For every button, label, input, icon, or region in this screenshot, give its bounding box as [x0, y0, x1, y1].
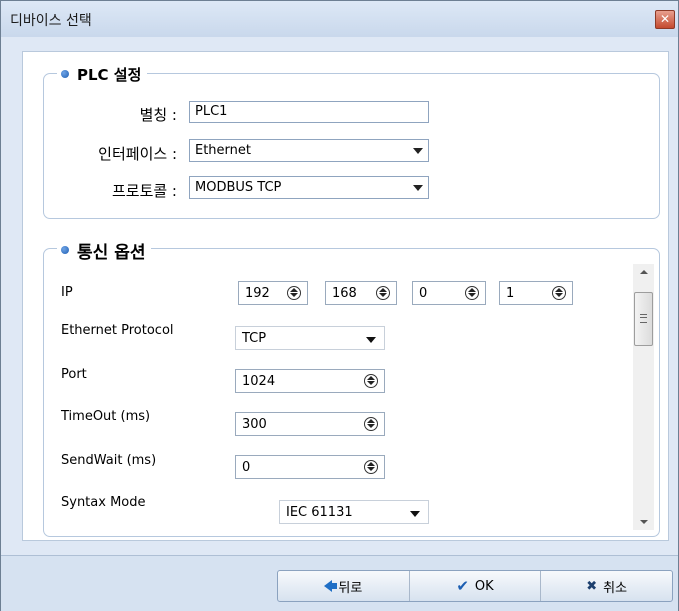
spinner-icon[interactable] — [364, 374, 378, 388]
chevron-down-icon — [413, 148, 423, 154]
dialog-footer: 뒤로 ✔ OK ✖ 취소 — [1, 555, 678, 611]
title-bar[interactable]: 디바이스 선택 ✕ — [1, 1, 678, 37]
close-icon: ✕ — [659, 12, 671, 26]
syntax-mode-label: Syntax Mode — [61, 495, 146, 510]
device-select-dialog: 디바이스 선택 ✕ PLC 설정 별칭 : PLC1 인터페이스 : Ether… — [0, 0, 679, 611]
chevron-down-icon — [413, 185, 423, 191]
interface-select[interactable]: Ethernet — [189, 139, 429, 162]
ip-octet-2[interactable]: 168 — [325, 281, 397, 305]
eth-protocol-label: Ethernet Protocol — [61, 323, 174, 338]
close-button[interactable]: ✕ — [655, 10, 675, 29]
alias-label: 별칭 : — [139, 106, 177, 124]
plc-settings-title: PLC 설정 — [57, 63, 148, 85]
ip-octet-3[interactable]: 0 — [412, 281, 486, 305]
grip-icon — [640, 314, 647, 323]
ip-label: IP — [61, 285, 73, 300]
ok-button-label: OK — [474, 578, 494, 594]
ip-octet-4-value: 1 — [506, 286, 515, 301]
bullet-icon — [61, 70, 69, 78]
back-button[interactable]: 뒤로 — [278, 571, 410, 601]
protocol-label: 프로토콜 : — [111, 182, 177, 200]
port-value: 1024 — [242, 374, 276, 389]
eth-protocol-value: TCP — [242, 331, 267, 346]
check-icon: ✔ — [456, 577, 469, 595]
spinner-icon[interactable] — [465, 286, 479, 300]
protocol-select[interactable]: MODBUS TCP — [189, 176, 429, 199]
sendwait-stepper[interactable]: 0 — [235, 455, 385, 479]
interface-label: 인터페이스 : — [98, 145, 177, 163]
back-button-label: 뒤로 — [338, 580, 363, 596]
timeout-label: TimeOut (ms) — [61, 409, 151, 424]
ip-octet-1[interactable]: 192 — [238, 281, 308, 305]
timeout-value: 300 — [242, 417, 267, 432]
cancel-x-icon: ✖ — [586, 578, 598, 594]
alias-field[interactable]: PLC1 — [189, 101, 429, 123]
plc-settings-title-text: PLC 설정 — [77, 65, 142, 84]
ip-octet-1-value: 192 — [245, 286, 270, 301]
cancel-button[interactable]: ✖ 취소 — [541, 571, 672, 601]
chevron-down-icon — [366, 337, 376, 343]
cancel-button-label: 취소 — [603, 580, 628, 596]
spinner-icon[interactable] — [287, 286, 301, 300]
eth-protocol-select[interactable]: TCP — [235, 326, 385, 350]
timeout-stepper[interactable]: 300 — [235, 412, 385, 436]
spinner-icon[interactable] — [376, 286, 390, 300]
bullet-icon — [61, 246, 69, 254]
comm-options-title: 통신 옵션 — [57, 238, 152, 263]
ip-octet-3-value: 0 — [419, 286, 428, 301]
spinner-icon[interactable] — [552, 286, 566, 300]
sendwait-label: SendWait (ms) — [61, 453, 157, 468]
scroll-down-icon[interactable] — [633, 514, 654, 530]
comm-options-title-text: 통신 옵션 — [77, 242, 146, 263]
ok-button[interactable]: ✔ OK — [410, 571, 542, 601]
syntax-mode-value: IEC 61131 — [286, 505, 353, 520]
spinner-icon[interactable] — [364, 460, 378, 474]
footer-button-group: 뒤로 ✔ OK ✖ 취소 — [277, 570, 673, 602]
chevron-down-icon — [410, 511, 420, 517]
interface-value: Ethernet — [195, 143, 251, 158]
syntax-mode-select[interactable]: IEC 61131 — [279, 500, 429, 524]
scroll-up-icon[interactable] — [633, 264, 654, 280]
back-arrow-icon — [324, 580, 338, 592]
sendwait-value: 0 — [242, 460, 251, 475]
port-label: Port — [61, 367, 87, 382]
window-title: 디바이스 선택 — [10, 13, 92, 29]
spinner-icon[interactable] — [364, 417, 378, 431]
ip-octet-2-value: 168 — [332, 286, 357, 301]
scroll-thumb[interactable] — [634, 292, 653, 346]
ip-octet-4[interactable]: 1 — [499, 281, 573, 305]
options-scrollbar[interactable] — [633, 264, 654, 530]
port-stepper[interactable]: 1024 — [235, 369, 385, 393]
protocol-value: MODBUS TCP — [195, 180, 282, 195]
